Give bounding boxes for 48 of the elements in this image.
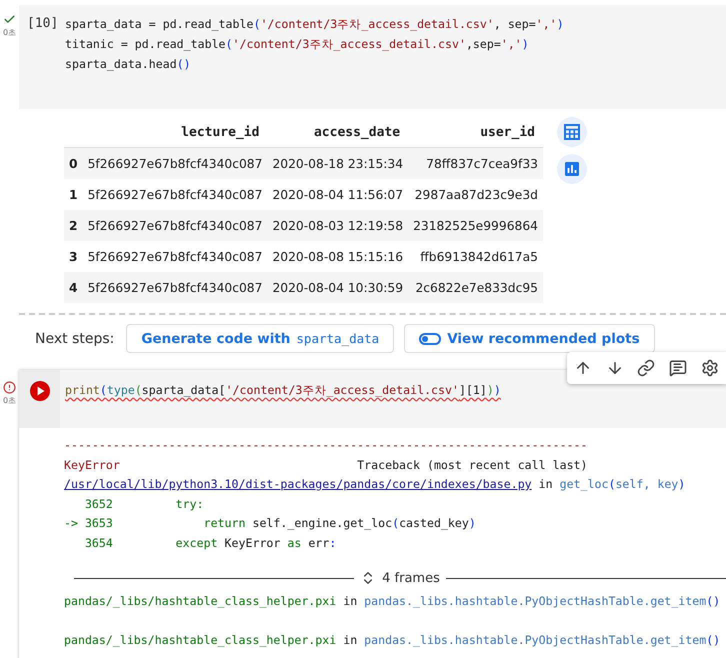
table-cell: 5f266927e67b8fcf4340c087 (82, 241, 268, 272)
table-cell: 2c6822e7e833dc95 (408, 272, 543, 303)
table-cell: 2020-08-18 23:15:34 (267, 148, 408, 179)
traceback-line: KeyError Traceback (most recent call last) (64, 456, 589, 474)
comment-button[interactable] (669, 359, 688, 377)
toggle-icon (419, 332, 442, 344)
row-index: 4 (64, 272, 83, 303)
table-cell: 5f266927e67b8fcf4340c087 (82, 148, 268, 179)
table-cell: 5f266927e67b8fcf4340c087 (82, 179, 268, 210)
table-cell: 5f266927e67b8fcf4340c087 (82, 210, 268, 241)
run-button[interactable] (28, 380, 50, 402)
row-index: 2 (64, 210, 83, 241)
row-index: 3 (64, 241, 83, 272)
table-icon[interactable] (556, 117, 587, 147)
table-cell: 2020-08-04 11:56:07 (267, 179, 408, 210)
code-line: titanic = pd.read_table('/content/3주차_access_detail.csv',sep=',') (65, 36, 530, 53)
execution-count: [10] (27, 15, 60, 33)
settings-button[interactable] (701, 359, 720, 377)
generate-code-button[interactable]: Generate code with sparta_data (126, 324, 394, 353)
traceback-line: pandas/_libs/hashtable_class_helper.pxi in pandas._libs.hashtable.PyObjectHashTable.get_item() (64, 632, 722, 649)
link-button[interactable] (637, 359, 656, 377)
row-index: 0 (64, 148, 83, 179)
traceback-line: /usr/local/lib/python3.10/dist-packages/pandas/core/indexes/base.py in get_loc(self, key) (64, 476, 686, 493)
view-plots-button[interactable]: View recommended plots (404, 324, 655, 353)
table-cell: 2987aa87d23c9e3d (408, 179, 543, 210)
code-line: sparta_data = pd.read_table('/content/3주차_access_detail.csv', sep=',') (65, 16, 564, 33)
table-cell: 2020-08-08 15:15:16 (267, 241, 408, 272)
traceback-line: --------------------------------------------------------------------------- (64, 437, 589, 454)
traceback-line: pandas/_libs/hashtable_class_helper.pxi in pandas._libs.hashtable.PyObjectHashTable.get_item() (64, 593, 722, 610)
code-cell[interactable]: [10] sparta_data = pd.read_table('/content/3주차_access_detail.csv', sep=',') titanic = pd.read_table('/content/3주차_access_detail.csv',sep=',') sparta_data.head() (19, 5, 726, 109)
bar-chart-icon[interactable] (556, 154, 587, 184)
table-cell: 23182525e9996864 (408, 210, 543, 241)
table-cell: 2020-08-04 10:30:59 (267, 272, 408, 303)
code-line: print(type(sparta_data['/content/3주차_access_detail.csv'][1])) (65, 382, 501, 399)
code-line: sparta_data.head() (65, 56, 192, 73)
table-cell: 2020-08-03 12:19:58 (267, 210, 408, 241)
traceback-line: 3652 try: (84, 496, 205, 512)
traceback-line: -> 3653 return self._engine.get_loc(casted_key) (64, 515, 477, 532)
table-cell: ffb6913842d617a5 (408, 241, 543, 272)
traceback-line: 3654 except KeyError as err: (84, 534, 338, 552)
table-cell: 78ff837c7cea9f33 (408, 148, 543, 179)
next-steps-label: Next steps: (35, 330, 114, 346)
execution-time: 0초 (2, 27, 16, 38)
execution-time: 0초 (2, 395, 16, 406)
file-link[interactable]: /usr/local/lib/python3.10/dist-packages/pandas/core/indexes/base.py (64, 477, 532, 491)
row-index: 1 (64, 179, 83, 210)
table-cell: 5f266927e67b8fcf4340c087 (82, 272, 268, 303)
frames-toggle[interactable]: 4 frames (382, 570, 440, 586)
